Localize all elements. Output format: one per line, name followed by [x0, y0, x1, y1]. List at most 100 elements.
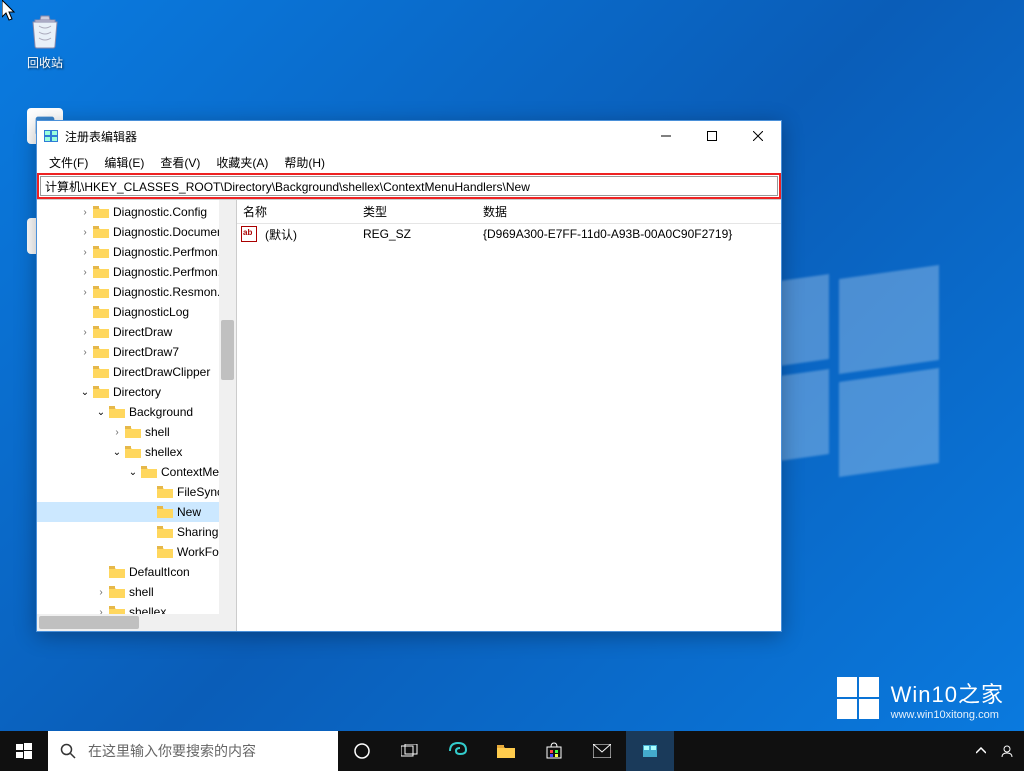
- value-data: {D969A300-E7FF-11d0-A93B-00A0C90F2719}: [477, 227, 781, 241]
- folder-icon: [93, 385, 109, 399]
- value-row[interactable]: (默认)REG_SZ{D969A300-E7FF-11d0-A93B-00A0C…: [237, 224, 781, 244]
- tree-node-label: Diagnostic.Documen: [113, 225, 224, 239]
- taskbar: 在这里输入你要搜索的内容: [0, 731, 1024, 771]
- search-icon: [48, 743, 88, 759]
- scrollbar-thumb[interactable]: [39, 616, 139, 629]
- registry-editor-window: 注册表编辑器 文件(F) 编辑(E) 查看(V) 收藏夹(A) 帮助(H) 计算…: [36, 120, 782, 632]
- tree-node[interactable]: Sharing: [37, 522, 236, 542]
- horizontal-scrollbar[interactable]: [37, 614, 236, 631]
- chevron-right-icon[interactable]: ›: [77, 287, 93, 298]
- store-button[interactable]: [530, 731, 578, 771]
- menu-file[interactable]: 文件(F): [41, 152, 96, 173]
- registry-tree[interactable]: ›Diagnostic.Config›Diagnostic.Documen›Di…: [37, 200, 237, 631]
- explorer-button[interactable]: [482, 731, 530, 771]
- chevron-right-icon[interactable]: ›: [77, 247, 93, 258]
- folder-icon: [157, 525, 173, 539]
- mouse-cursor: [2, 0, 20, 24]
- list-header: 名称 类型 数据: [237, 200, 781, 224]
- value-list[interactable]: 名称 类型 数据 (默认)REG_SZ{D969A300-E7FF-11d0-A…: [237, 200, 781, 631]
- folder-icon: [93, 265, 109, 279]
- col-data[interactable]: 数据: [477, 203, 781, 220]
- task-view-button[interactable]: [386, 731, 434, 771]
- tree-node[interactable]: ⌄Background: [37, 402, 236, 422]
- recycle-bin[interactable]: 回收站: [10, 10, 80, 71]
- window-title: 注册表编辑器: [65, 128, 643, 145]
- tree-node[interactable]: DirectDrawClipper: [37, 362, 236, 382]
- folder-icon: [125, 425, 141, 439]
- mail-button[interactable]: [578, 731, 626, 771]
- watermark-url: www.win10xitong.com: [891, 709, 1004, 721]
- chevron-down-icon[interactable]: ⌄: [77, 387, 93, 398]
- address-bar[interactable]: 计算机\HKEY_CLASSES_ROOT\Directory\Backgrou…: [40, 176, 778, 196]
- folder-icon: [93, 245, 109, 259]
- tree-node-label: Directory: [113, 385, 161, 399]
- tree-node-label: Diagnostic.Perfmon.: [113, 265, 221, 279]
- chevron-down-icon[interactable]: ⌄: [125, 467, 141, 478]
- col-name[interactable]: 名称: [237, 203, 357, 220]
- tree-node[interactable]: › Diagnostic.Resmon.C: [37, 282, 236, 302]
- menu-favorites[interactable]: 收藏夹(A): [208, 152, 276, 173]
- tree-node[interactable]: WorkFolc: [37, 542, 236, 562]
- chevron-right-icon[interactable]: ›: [77, 207, 93, 218]
- chevron-right-icon[interactable]: ›: [77, 347, 93, 358]
- folder-icon: [93, 285, 109, 299]
- chevron-right-icon[interactable]: ›: [93, 587, 109, 598]
- title-bar[interactable]: 注册表编辑器: [37, 121, 781, 151]
- tree-node[interactable]: › shell: [37, 422, 236, 442]
- menu-view[interactable]: 查看(V): [152, 152, 208, 173]
- menu-bar: 文件(F) 编辑(E) 查看(V) 收藏夹(A) 帮助(H): [37, 151, 781, 173]
- folder-icon: [125, 445, 141, 459]
- tree-node[interactable]: › DirectDraw7: [37, 342, 236, 362]
- chevron-right-icon[interactable]: ›: [109, 427, 125, 438]
- string-value-icon: [241, 226, 257, 242]
- chevron-down-icon[interactable]: ⌄: [93, 407, 109, 418]
- tree-node-label: Diagnostic.Resmon.C: [113, 285, 229, 299]
- col-type[interactable]: 类型: [357, 203, 477, 220]
- chevron-right-icon[interactable]: ›: [77, 327, 93, 338]
- tree-node[interactable]: New: [37, 502, 236, 522]
- tree-node[interactable]: ›Diagnostic.Perfmon.: [37, 242, 236, 262]
- tree-node-label: DefaultIcon: [129, 565, 190, 579]
- tree-node[interactable]: › Diagnostic.Perfmon.: [37, 262, 236, 282]
- chevron-right-icon[interactable]: ›: [77, 227, 93, 238]
- scrollbar-thumb[interactable]: [221, 320, 234, 380]
- close-button[interactable]: [735, 121, 781, 151]
- vertical-scrollbar[interactable]: [219, 200, 236, 614]
- menu-help[interactable]: 帮助(H): [276, 152, 333, 173]
- maximize-button[interactable]: [689, 121, 735, 151]
- tree-node[interactable]: FileSyncE: [37, 482, 236, 502]
- folder-icon: [93, 205, 109, 219]
- people-icon[interactable]: [1000, 744, 1024, 758]
- tree-node[interactable]: › Diagnostic.Documen: [37, 222, 236, 242]
- tree-node[interactable]: ⌄ContextMenu: [37, 462, 236, 482]
- regedit-icon: [43, 128, 59, 144]
- chevron-right-icon[interactable]: ›: [77, 267, 93, 278]
- regedit-taskbar-button[interactable]: [626, 731, 674, 771]
- cortana-button[interactable]: [338, 731, 386, 771]
- value-name: (默认): [259, 226, 357, 243]
- folder-icon: [93, 345, 109, 359]
- chevron-down-icon[interactable]: ⌄: [109, 447, 125, 458]
- folder-icon: [93, 325, 109, 339]
- tree-node[interactable]: ⌄ shellex: [37, 442, 236, 462]
- tree-node[interactable]: ›Diagnostic.Config: [37, 202, 236, 222]
- folder-icon: [93, 225, 109, 239]
- tree-node[interactable]: DefaultIcon: [37, 562, 236, 582]
- tree-node[interactable]: ›shell: [37, 582, 236, 602]
- folder-icon: [157, 505, 173, 519]
- start-button[interactable]: [0, 731, 48, 771]
- edge-button[interactable]: [434, 731, 482, 771]
- tree-node[interactable]: DiagnosticLog: [37, 302, 236, 322]
- tray-chevron-icon[interactable]: [976, 747, 1000, 755]
- menu-edit[interactable]: 编辑(E): [96, 152, 152, 173]
- system-tray: [976, 731, 1024, 771]
- minimize-button[interactable]: [643, 121, 689, 151]
- tree-node-label: DirectDraw7: [113, 345, 179, 359]
- tree-node[interactable]: ›DirectDraw: [37, 322, 236, 342]
- tree-node-label: shell: [145, 425, 170, 439]
- tree-node[interactable]: ⌄ Directory: [37, 382, 236, 402]
- search-placeholder: 在这里输入你要搜索的内容: [88, 741, 256, 761]
- tree-node-label: shellex: [145, 445, 182, 459]
- search-box[interactable]: 在这里输入你要搜索的内容: [48, 731, 338, 771]
- address-highlight: 计算机\HKEY_CLASSES_ROOT\Directory\Backgrou…: [37, 173, 781, 199]
